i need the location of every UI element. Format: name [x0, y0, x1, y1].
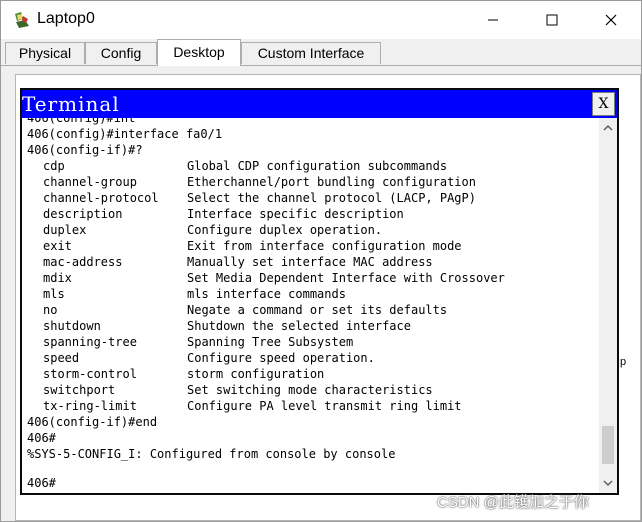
- help-command: description: [43, 207, 123, 221]
- window-title: Laptop0: [37, 10, 95, 27]
- terminal-line: 406(config-if)#end: [27, 415, 158, 429]
- laptop-icon: [13, 11, 31, 29]
- chevron-up-icon: [603, 124, 613, 131]
- terminal-line: channel-protocol Select the channel proto…: [27, 190, 505, 206]
- terminal-line: shutdown Shutdown the selected interface: [27, 318, 505, 334]
- help-description: Etherchannel/port bundling configuration: [187, 175, 476, 189]
- terminal-output[interactable]: 406(config)#int 406(config)#interface fa0…: [22, 118, 599, 493]
- terminal-line: duplex Configure duplex operation.: [27, 222, 505, 238]
- tab-bar: Physical Config Desktop Custom Interface: [1, 39, 641, 66]
- help-command: mdix: [43, 271, 72, 285]
- maximize-button[interactable]: [529, 1, 575, 39]
- title-bar[interactable]: Laptop0: [1, 1, 641, 39]
- watermark: CSDN @此镬加之于你: [437, 494, 589, 511]
- terminal-line: exit Exit from interface configuration mo…: [27, 238, 505, 254]
- terminal-line: mac-address Manually set interface MAC ad…: [27, 254, 505, 270]
- help-description: Select the channel protocol (LACP, PAgP): [187, 191, 476, 205]
- help-description: Configure duplex operation.: [187, 223, 383, 237]
- terminal-line: 406(config)#int: [27, 118, 136, 125]
- tab-config[interactable]: Config: [85, 42, 157, 64]
- help-command: shutdown: [43, 319, 101, 333]
- help-description: mls interface commands: [187, 287, 346, 301]
- terminal-line: 406(config)#interface fa0/1: [27, 127, 223, 141]
- terminal-close-button[interactable]: X: [592, 92, 615, 116]
- side-text: p: [620, 356, 627, 368]
- terminal-line: description Interface specific descriptio…: [27, 206, 505, 222]
- help-description: Spanning Tree Subsystem: [187, 335, 354, 349]
- help-command: duplex: [43, 223, 87, 237]
- help-command: tx-ring-limit: [43, 399, 137, 413]
- terminal-line: mdix Set Media Dependent Interface with C…: [27, 270, 505, 286]
- terminal-line: spanning-tree Spanning Tree Subsystem: [27, 334, 505, 350]
- help-command: speed: [43, 351, 80, 365]
- help-command: mac-address: [43, 255, 123, 269]
- terminal-line: storm-control storm configuration: [27, 366, 505, 382]
- terminal-line: no Negate a command or set its defaults: [27, 302, 505, 318]
- terminal-title-bar[interactable]: Terminal X: [22, 90, 617, 118]
- terminal-line: %SYS-5-CONFIG_I: Configured from console…: [27, 447, 396, 461]
- help-description: Configure speed operation.: [187, 351, 375, 365]
- terminal-line: switchport Set switching mode characteris…: [27, 382, 505, 398]
- close-icon: [605, 14, 617, 26]
- scroll-up-arrow[interactable]: [599, 120, 617, 136]
- help-description: Set Media Dependent Interface with Cross…: [187, 271, 505, 285]
- help-description: Exit from interface configuration mode: [187, 239, 462, 253]
- terminal-line: channel-group Etherchannel/port bundling …: [27, 174, 505, 190]
- help-description: Configure PA level transmit ring limit: [187, 399, 462, 413]
- help-command: mls: [43, 287, 65, 301]
- minimize-icon: [488, 19, 498, 21]
- tab-desktop[interactable]: Desktop: [157, 39, 241, 66]
- terminal-title: Terminal: [22, 92, 120, 116]
- terminal-prompt[interactable]: 406#: [27, 475, 56, 491]
- help-description: Shutdown the selected interface: [187, 319, 411, 333]
- terminal-line: cdp Global CDP configuration subcommands: [27, 158, 505, 174]
- scroll-thumb[interactable]: [602, 426, 614, 464]
- terminal-lines: 406(config)#int 406(config)#interface fa0…: [27, 118, 505, 478]
- help-description: storm configuration: [187, 367, 325, 381]
- terminal-scrollbar[interactable]: [599, 118, 617, 493]
- help-command: spanning-tree: [43, 335, 137, 349]
- terminal-line: mls mls interface commands: [27, 286, 505, 302]
- tab-physical[interactable]: Physical: [5, 42, 85, 64]
- terminal-line: speed Configure speed operation.: [27, 350, 505, 366]
- terminal-window: Terminal X 406(config)#int 406(config)#in…: [20, 88, 619, 495]
- minimize-button[interactable]: [470, 1, 516, 39]
- laptop-window: Laptop0 Physical Config Desktop Custom I…: [0, 0, 642, 522]
- tab-custom-interface[interactable]: Custom Interface: [241, 42, 381, 64]
- help-description: Interface specific description: [187, 207, 404, 221]
- help-command: channel-group: [43, 175, 137, 189]
- terminal-line: 406#: [27, 431, 56, 445]
- help-description: Negate a command or set its defaults: [187, 303, 448, 317]
- terminal-line: 406(config-if)#?: [27, 143, 143, 157]
- close-button[interactable]: [588, 1, 634, 39]
- terminal-line: tx-ring-limit Configure PA level transmit…: [27, 398, 505, 414]
- help-command: no: [43, 303, 58, 317]
- help-description: Manually set interface MAC address: [187, 255, 433, 269]
- help-description: Global CDP configuration subcommands: [187, 159, 448, 173]
- scroll-down-arrow[interactable]: [599, 475, 617, 491]
- chevron-down-icon: [603, 480, 613, 487]
- maximize-icon: [546, 14, 558, 26]
- desktop-panel: p Terminal X 406(config)#int 406(config)#…: [1, 66, 641, 521]
- help-command: switchport: [43, 383, 116, 397]
- help-command: exit: [43, 239, 72, 253]
- help-description: Set switching mode characteristics: [187, 383, 433, 397]
- help-command: storm-control: [43, 367, 137, 381]
- help-command: cdp: [43, 159, 65, 173]
- help-command: channel-protocol: [43, 191, 159, 205]
